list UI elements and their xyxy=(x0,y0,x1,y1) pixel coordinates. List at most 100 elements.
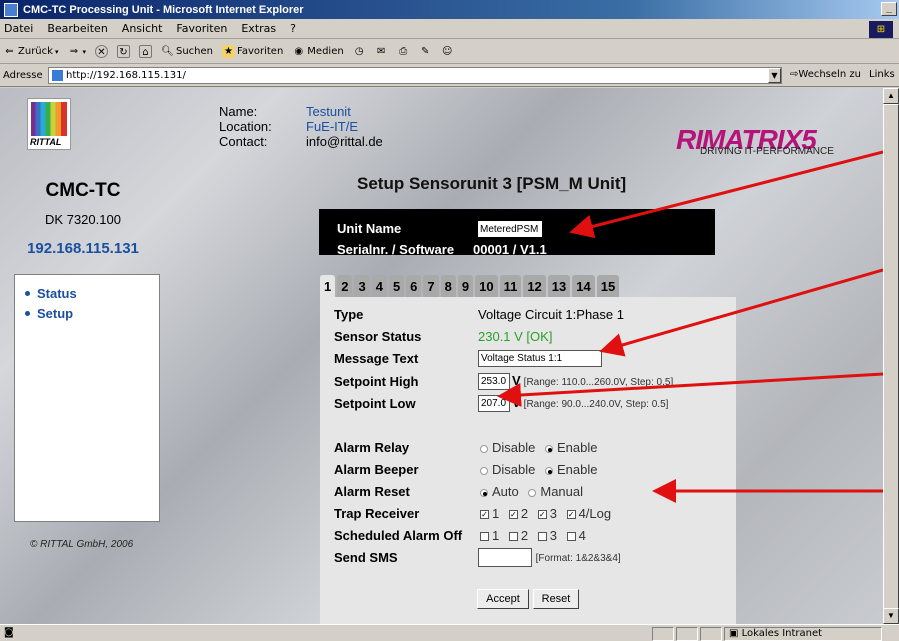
trap-2-checkbox[interactable]: ✓ xyxy=(508,510,518,520)
message-text-input[interactable] xyxy=(478,350,602,368)
location-label: Location: xyxy=(219,119,272,134)
menu-help[interactable]: ? xyxy=(290,22,296,35)
sched-1-checkbox[interactable] xyxy=(480,532,489,542)
favorites-icon: ★ xyxy=(221,45,235,58)
sched-1-label: 1 xyxy=(492,528,500,543)
alarm-reset-auto-radio[interactable] xyxy=(480,488,488,497)
location-value: FuE-IT/E xyxy=(306,119,359,134)
alarm-beeper-disable-label: Disable xyxy=(492,462,536,477)
tab-12[interactable]: 12 xyxy=(523,275,546,297)
setpoint-low-row: Setpoint Low V[Range: 90.0...240.0V, Ste… xyxy=(334,395,668,413)
nav-item-status[interactable]: Status xyxy=(15,283,159,303)
rittal-logo: RITTAL xyxy=(27,98,71,150)
alarm-reset-auto-label: Auto xyxy=(492,484,519,499)
nav-item-setup[interactable]: Setup xyxy=(15,303,159,323)
media-icon: ◉ xyxy=(294,46,304,57)
minimize-button[interactable]: _ xyxy=(881,2,897,16)
unit-name-input[interactable] xyxy=(477,220,543,238)
refresh-icon[interactable]: ↻ xyxy=(116,45,130,58)
tab-11[interactable]: 11 xyxy=(499,275,522,297)
menu-bearbeiten[interactable]: Bearbeiten xyxy=(47,22,107,35)
back-button[interactable]: ⇐ Zurück ▾ xyxy=(3,45,58,58)
sched-3-checkbox[interactable] xyxy=(537,532,547,542)
alarm-relay-enable-radio[interactable] xyxy=(544,444,553,453)
search-button[interactable]: 🔍︎ Suchen xyxy=(161,45,213,58)
home-icon[interactable]: ⌂ xyxy=(138,45,152,58)
forward-arrow-icon: ⇒ xyxy=(69,46,79,57)
reset-button[interactable]: Reset xyxy=(533,589,579,609)
vertical-scrollbar[interactable]: ▲ ▼ xyxy=(883,88,899,624)
trap-3-checkbox[interactable]: ✓ xyxy=(537,510,547,520)
tab-9[interactable]: 9 xyxy=(457,275,474,297)
setpoint-high-range: [Range: 110.0...260.0V, Step: 0.5] xyxy=(523,377,674,388)
send-sms-input[interactable] xyxy=(478,548,532,567)
print-icon[interactable]: ⎙ xyxy=(397,45,410,58)
serial-label: Serialnr. / Software xyxy=(337,242,455,257)
menu-extras[interactable]: Extras xyxy=(241,22,276,35)
info-values: Testunit FuE-IT/E info@rittal.de xyxy=(306,104,383,149)
stop-icon[interactable]: ✕ xyxy=(94,45,108,58)
address-dropdown-icon[interactable]: ▼ xyxy=(768,68,781,83)
tab-8[interactable]: 8 xyxy=(440,275,456,297)
sched-3-label: 3 xyxy=(549,528,557,543)
forward-button[interactable]: ⇒ ▾ xyxy=(67,45,86,58)
setpoint-high-input[interactable] xyxy=(478,373,510,391)
alarm-reset-manual-label: Manual xyxy=(540,484,584,499)
setpoint-high-label: Setpoint High xyxy=(334,374,419,389)
message-text-label: Message Text xyxy=(334,351,419,366)
scroll-thumb[interactable] xyxy=(883,104,899,609)
tab-7[interactable]: 7 xyxy=(423,275,439,297)
trap-receiver-label: Trap Receiver xyxy=(334,506,420,521)
messenger-icon[interactable]: ☺ xyxy=(441,45,454,58)
zone-cell: ▣ Lokales Intranet xyxy=(724,627,882,641)
sensor-settings-panel: Type Voltage Circuit 1:Phase 1 Sensor St… xyxy=(320,297,736,624)
accept-button[interactable]: Accept xyxy=(477,589,529,609)
alarm-beeper-enable-radio[interactable] xyxy=(544,466,553,475)
trap-4-checkbox[interactable]: ✓ xyxy=(566,510,576,520)
tab-2[interactable]: 2 xyxy=(337,275,353,297)
media-button[interactable]: ◉ Medien xyxy=(292,45,343,58)
menu-ansicht[interactable]: Ansicht xyxy=(122,22,163,35)
address-input[interactable]: http://192.168.115.131/ xyxy=(48,67,782,84)
tab-3[interactable]: 3 xyxy=(354,275,370,297)
edit-icon[interactable]: ✎ xyxy=(419,45,432,58)
tab-1[interactable]: 1 xyxy=(320,275,336,297)
sched-4-checkbox[interactable] xyxy=(566,532,576,542)
device-model: DK 7320.100 xyxy=(45,212,121,227)
tab-6[interactable]: 6 xyxy=(406,275,422,297)
setpoint-low-input[interactable] xyxy=(478,395,510,413)
go-button[interactable]: ⇨Wechseln zu xyxy=(790,69,861,80)
alarm-reset-manual-radio[interactable] xyxy=(528,488,537,497)
tab-10[interactable]: 10 xyxy=(475,275,498,297)
setpoint-low-range: [Range: 90.0...240.0V, Step: 0.5] xyxy=(523,399,669,410)
tab-14[interactable]: 14 xyxy=(572,275,595,297)
setpoint-low-label: Setpoint Low xyxy=(334,396,416,411)
address-bar: Adresse http://192.168.115.131/ ▼ ⇨Wechs… xyxy=(0,65,899,87)
address-label: Adresse xyxy=(3,70,43,81)
status-row: Sensor Status 230.1 V [OK] xyxy=(334,329,552,344)
menu-favoriten[interactable]: Favoriten xyxy=(176,22,227,35)
window-title: CMC-TC Processing Unit - Microsoft Inter… xyxy=(23,3,304,16)
tab-13[interactable]: 13 xyxy=(547,275,571,297)
device-title: CMC-TC xyxy=(45,180,121,201)
tab-5[interactable]: 5 xyxy=(388,275,405,297)
tab-4[interactable]: 4 xyxy=(371,275,387,297)
sensor-tabs: 1 2 3 4 5 6 7 8 9 10 11 12 13 14 15 xyxy=(320,275,620,297)
toolbar: ⇐ Zurück ▾ ⇒ ▾ ✕ ↻ ⌂ 🔍︎ Suchen ★ Favoriten ◉ M… xyxy=(0,40,899,64)
favorites-button[interactable]: ★ Favoriten xyxy=(221,45,283,58)
trap-1-checkbox[interactable]: ✓ xyxy=(480,510,489,520)
alarm-relay-disable-radio[interactable] xyxy=(480,444,488,453)
sched-2-checkbox[interactable] xyxy=(508,532,518,542)
tab-15[interactable]: 15 xyxy=(596,275,620,297)
links-button[interactable]: Links xyxy=(869,69,895,80)
mail-icon[interactable]: ✉ xyxy=(375,45,388,58)
send-sms-row: Send SMS [Format: 1&2&3&4] xyxy=(334,548,621,567)
scroll-up-icon[interactable]: ▲ xyxy=(883,88,899,104)
page-title: Setup Sensorunit 3 [PSM_M Unit] xyxy=(357,174,627,193)
alarm-beeper-disable-radio[interactable] xyxy=(480,466,488,475)
window-titlebar: CMC-TC Processing Unit - Microsoft Inter… xyxy=(0,0,899,19)
history-icon[interactable]: ◷ xyxy=(353,45,366,58)
menu-datei[interactable]: Datei xyxy=(4,22,33,35)
scroll-down-icon[interactable]: ▼ xyxy=(883,608,899,624)
intranet-icon: ▣ xyxy=(729,628,742,639)
